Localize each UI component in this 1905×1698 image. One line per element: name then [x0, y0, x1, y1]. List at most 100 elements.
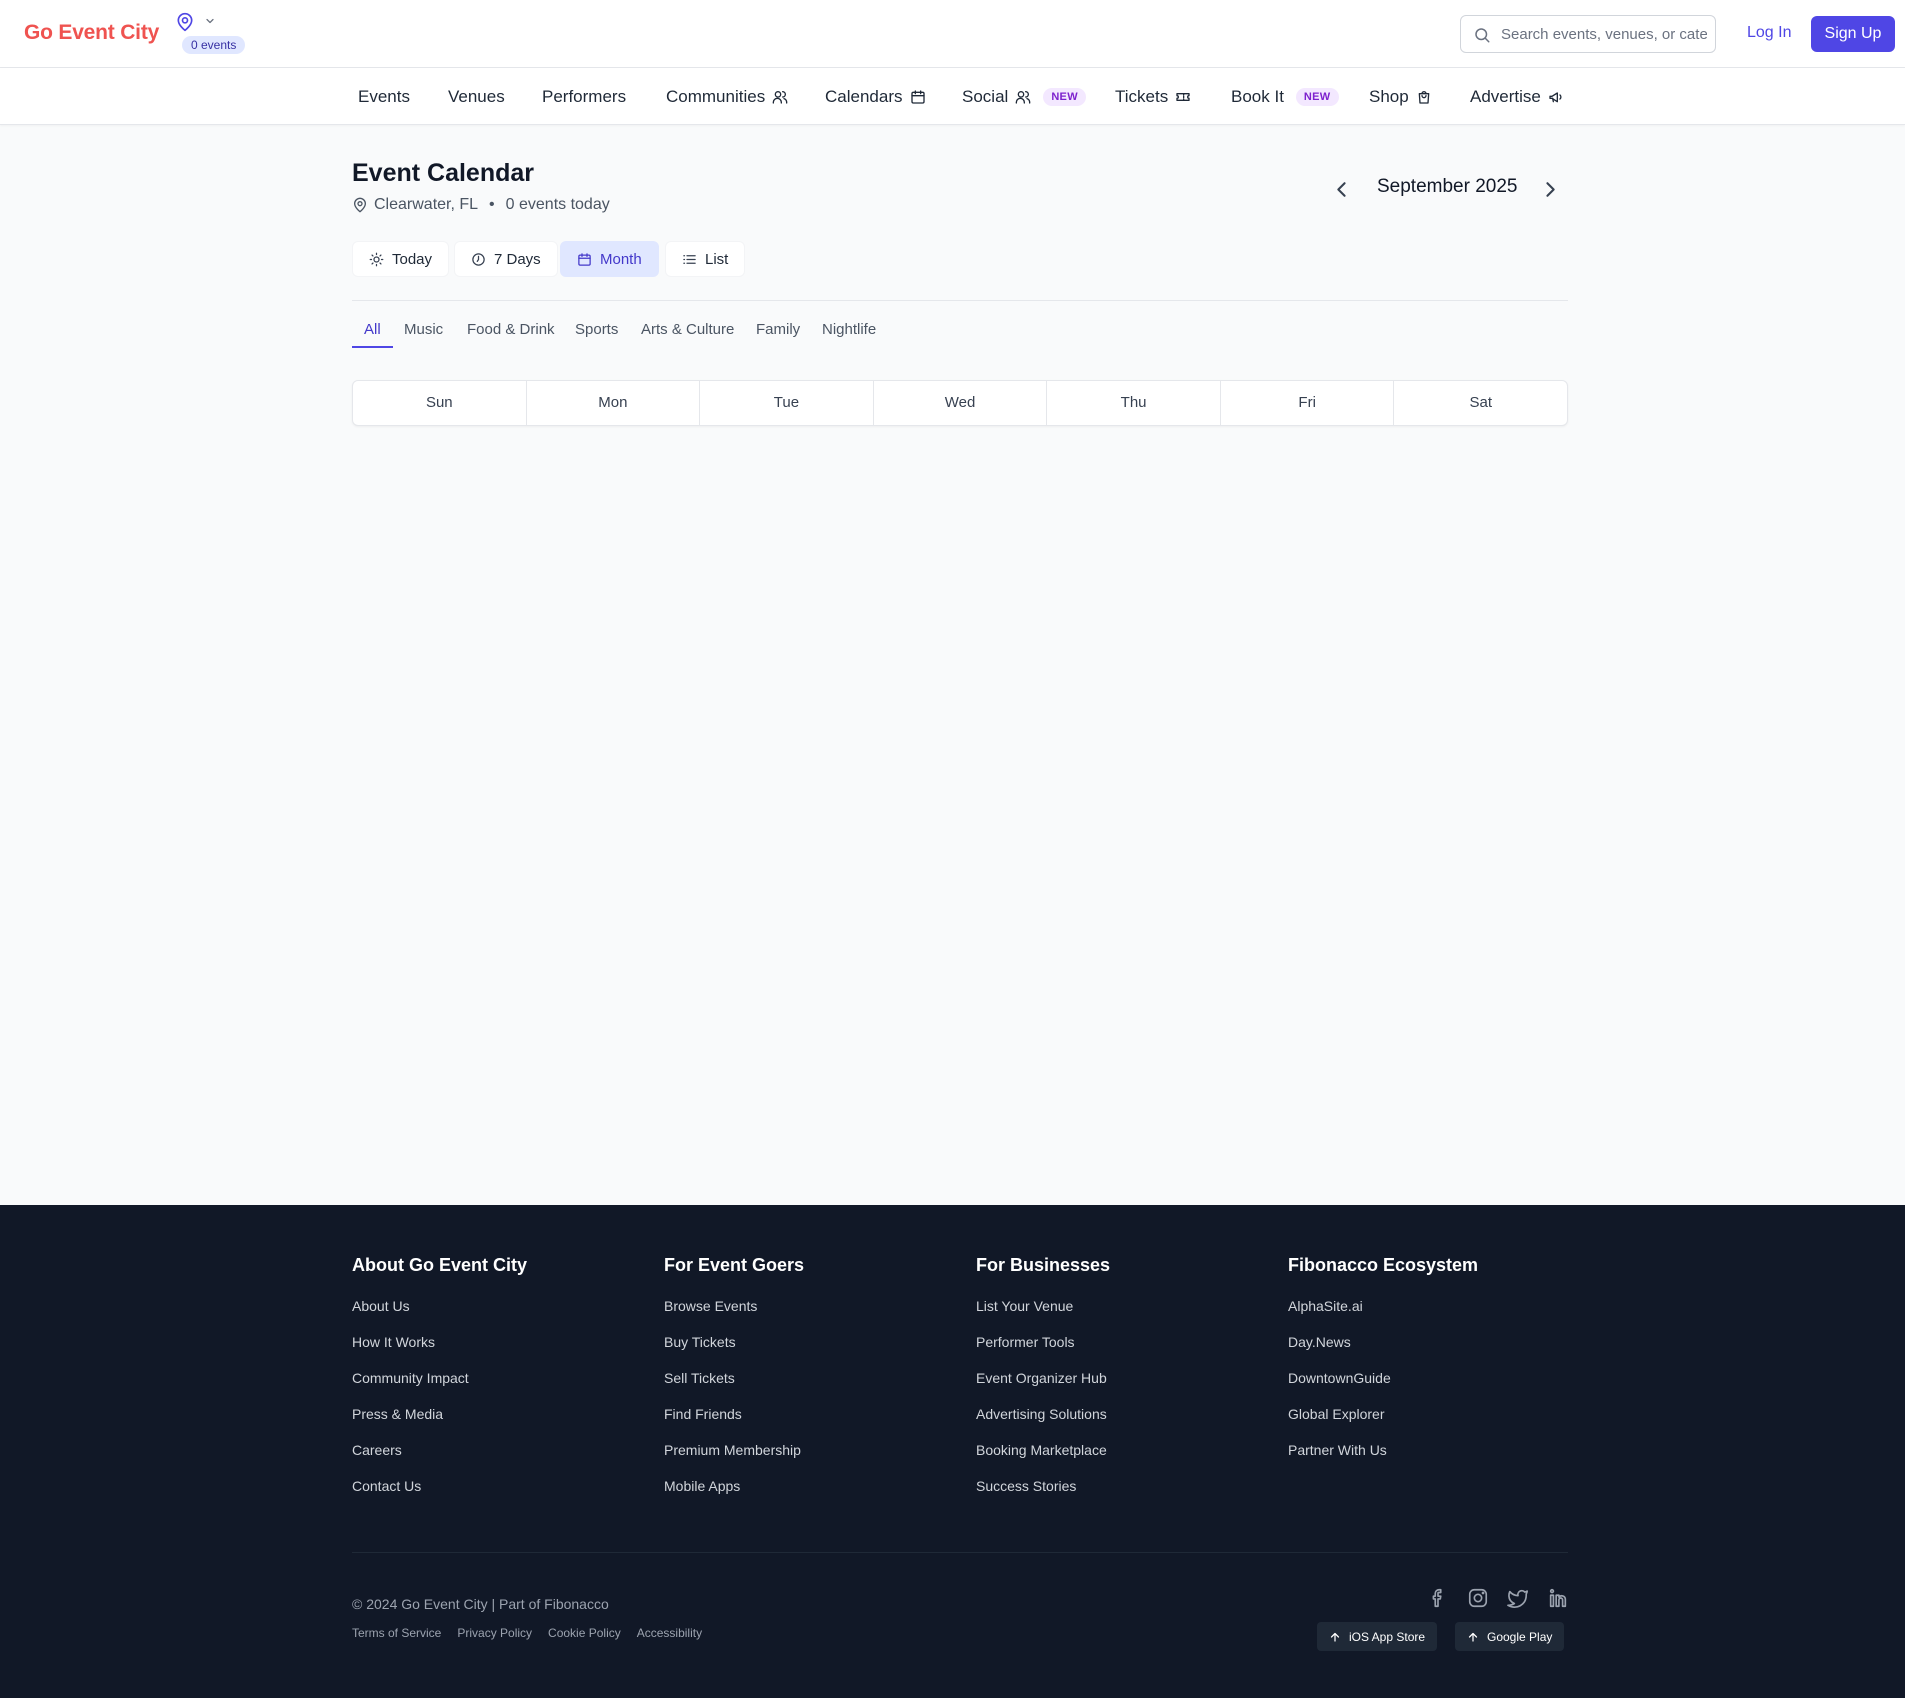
- footer-link[interactable]: Careers: [352, 1441, 642, 1459]
- footer-link[interactable]: Browse Events: [664, 1297, 954, 1315]
- twitter-icon[interactable]: [1507, 1587, 1529, 1609]
- footer-link[interactable]: Press & Media: [352, 1405, 642, 1423]
- footer-link[interactable]: Global Explorer: [1288, 1405, 1578, 1423]
- calendar-icon: [577, 252, 592, 267]
- current-month-label: September 2025: [1377, 176, 1518, 197]
- footer-link[interactable]: Community Impact: [352, 1369, 642, 1387]
- users-icon: [1015, 89, 1031, 105]
- footer-column-ecosystem: Fibonacco Ecosystem AlphaSite.ai Day.New…: [1288, 1255, 1578, 1477]
- logo[interactable]: Go Event City: [24, 21, 159, 45]
- nav-venues[interactable]: Venues: [448, 68, 505, 125]
- chevron-right-icon[interactable]: [1537, 177, 1562, 202]
- footer-link[interactable]: DowntownGuide: [1288, 1369, 1578, 1387]
- login-link[interactable]: Log In: [1747, 24, 1791, 42]
- footer-divider: [352, 1552, 1568, 1553]
- footer-column-businesses: For Businesses List Your Venue Performer…: [976, 1255, 1266, 1513]
- category-tab-all[interactable]: All: [364, 321, 381, 338]
- main-nav: Events Venues Performers Communities Cal…: [0, 68, 1905, 125]
- view-7days-button[interactable]: 7 Days: [454, 241, 558, 277]
- calendar-weekday-header: Sun Mon Tue Wed Thu Fri Sat: [352, 380, 1568, 426]
- cookie-link[interactable]: Cookie Policy: [548, 1626, 621, 1640]
- footer-link[interactable]: Partner With Us: [1288, 1441, 1578, 1459]
- calendar-icon: [910, 89, 926, 105]
- view-today-button[interactable]: Today: [352, 241, 450, 277]
- nav-tickets[interactable]: Tickets: [1115, 68, 1191, 125]
- footer-link[interactable]: Contact Us: [352, 1477, 642, 1495]
- footer-heading: For Event Goers: [664, 1255, 805, 1275]
- category-tab-sports[interactable]: Sports: [575, 321, 618, 338]
- footer-link[interactable]: Find Friends: [664, 1405, 954, 1423]
- arrow-up-icon: [1329, 1631, 1341, 1643]
- facebook-icon[interactable]: [1427, 1587, 1449, 1609]
- category-tab-family[interactable]: Family: [756, 321, 800, 338]
- weekday-label: Wed: [874, 381, 1048, 425]
- nav-calendars[interactable]: Calendars: [825, 68, 926, 125]
- nav-communities[interactable]: Communities: [666, 68, 788, 125]
- google-play-button[interactable]: Google Play: [1455, 1622, 1565, 1651]
- footer-heading: For Businesses: [976, 1255, 1111, 1275]
- footer-link[interactable]: About Us: [352, 1297, 642, 1315]
- linkedin-icon[interactable]: [1547, 1587, 1569, 1609]
- search-box[interactable]: [1460, 15, 1716, 53]
- footer-link[interactable]: Buy Tickets: [664, 1333, 954, 1351]
- new-badge: NEW: [1295, 87, 1339, 106]
- weekday-label: Sun: [353, 381, 527, 425]
- top-header: Go Event City 0 events Log In Sign Up: [0, 0, 1905, 68]
- footer-link[interactable]: AlphaSite.ai: [1288, 1297, 1578, 1315]
- footer-heading: About Go Event City: [352, 1255, 527, 1275]
- view-list-button[interactable]: List: [665, 241, 746, 277]
- footer-link[interactable]: Booking Marketplace: [976, 1441, 1266, 1459]
- nav-performers[interactable]: Performers: [542, 68, 626, 125]
- weekday-label: Sat: [1469, 394, 1493, 411]
- users-icon: [772, 89, 788, 105]
- footer-column-event-goers: For Event Goers Browse Events Buy Ticket…: [664, 1255, 954, 1513]
- calendar-subtitle: Clearwater, FL • 0 events today: [352, 196, 610, 214]
- footer-link[interactable]: Advertising Solutions: [976, 1405, 1266, 1423]
- ios-app-store-button[interactable]: iOS App Store: [1317, 1622, 1438, 1651]
- chevron-left-icon[interactable]: [1330, 177, 1355, 202]
- footer-link[interactable]: Sell Tickets: [664, 1369, 954, 1387]
- chevron-down-icon[interactable]: [204, 15, 216, 27]
- legal-links: Terms of Service Privacy Policy Cookie P…: [352, 1626, 702, 1640]
- weekday-label: Thu: [1047, 381, 1221, 425]
- location-pin-icon[interactable]: [175, 12, 195, 32]
- month-navigator: September 2025: [1330, 172, 1570, 202]
- weekday-label: Tue: [700, 381, 874, 425]
- signup-button[interactable]: Sign Up: [1811, 16, 1895, 52]
- copyright-text: © 2024 Go Event City | Part of Fibonacco: [352, 1596, 609, 1612]
- nav-social[interactable]: Social NEW: [962, 68, 1086, 125]
- separator-dot: •: [489, 196, 495, 213]
- sun-icon: [369, 252, 384, 267]
- category-tab-arts-culture[interactable]: Arts & Culture: [641, 321, 734, 338]
- page-title: Event Calendar: [352, 159, 535, 187]
- footer-link[interactable]: Performer Tools: [976, 1333, 1266, 1351]
- footer-column-about: About Go Event City About Us How It Work…: [352, 1255, 642, 1513]
- category-tab-food-drink[interactable]: Food & Drink: [467, 321, 555, 338]
- nav-book-it[interactable]: Book It NEW: [1231, 68, 1339, 125]
- footer-link[interactable]: Day.News: [1288, 1333, 1578, 1351]
- footer-link[interactable]: How It Works: [352, 1333, 642, 1351]
- footer-link[interactable]: Success Stories: [976, 1477, 1266, 1495]
- new-badge: NEW: [1043, 87, 1086, 106]
- view-month-button[interactable]: Month: [560, 241, 659, 277]
- nav-advertise[interactable]: Advertise: [1470, 68, 1564, 125]
- accessibility-link[interactable]: Accessibility: [637, 1626, 702, 1640]
- section-divider: [352, 300, 1568, 301]
- arrow-up-icon: [1467, 1631, 1479, 1643]
- privacy-link[interactable]: Privacy Policy: [457, 1626, 532, 1640]
- footer-link[interactable]: Premium Membership: [664, 1441, 954, 1459]
- weekday-label: Fri: [1221, 381, 1395, 425]
- footer-link[interactable]: Event Organizer Hub: [976, 1369, 1266, 1387]
- terms-link[interactable]: Terms of Service: [352, 1626, 441, 1640]
- footer-link[interactable]: List Your Venue: [976, 1297, 1266, 1315]
- search-input[interactable]: [1501, 16, 1707, 52]
- category-tab-nightlife[interactable]: Nightlife: [822, 321, 876, 338]
- nav-events[interactable]: Events: [358, 68, 410, 125]
- instagram-icon[interactable]: [1467, 1587, 1489, 1609]
- clock-icon: [471, 252, 486, 267]
- footer-link[interactable]: Mobile Apps: [664, 1477, 954, 1495]
- weekday-label: Mon: [527, 381, 701, 425]
- nav-shop[interactable]: Shop: [1369, 68, 1432, 125]
- events-count-badge: 0 events: [182, 36, 246, 54]
- category-tab-music[interactable]: Music: [404, 321, 443, 338]
